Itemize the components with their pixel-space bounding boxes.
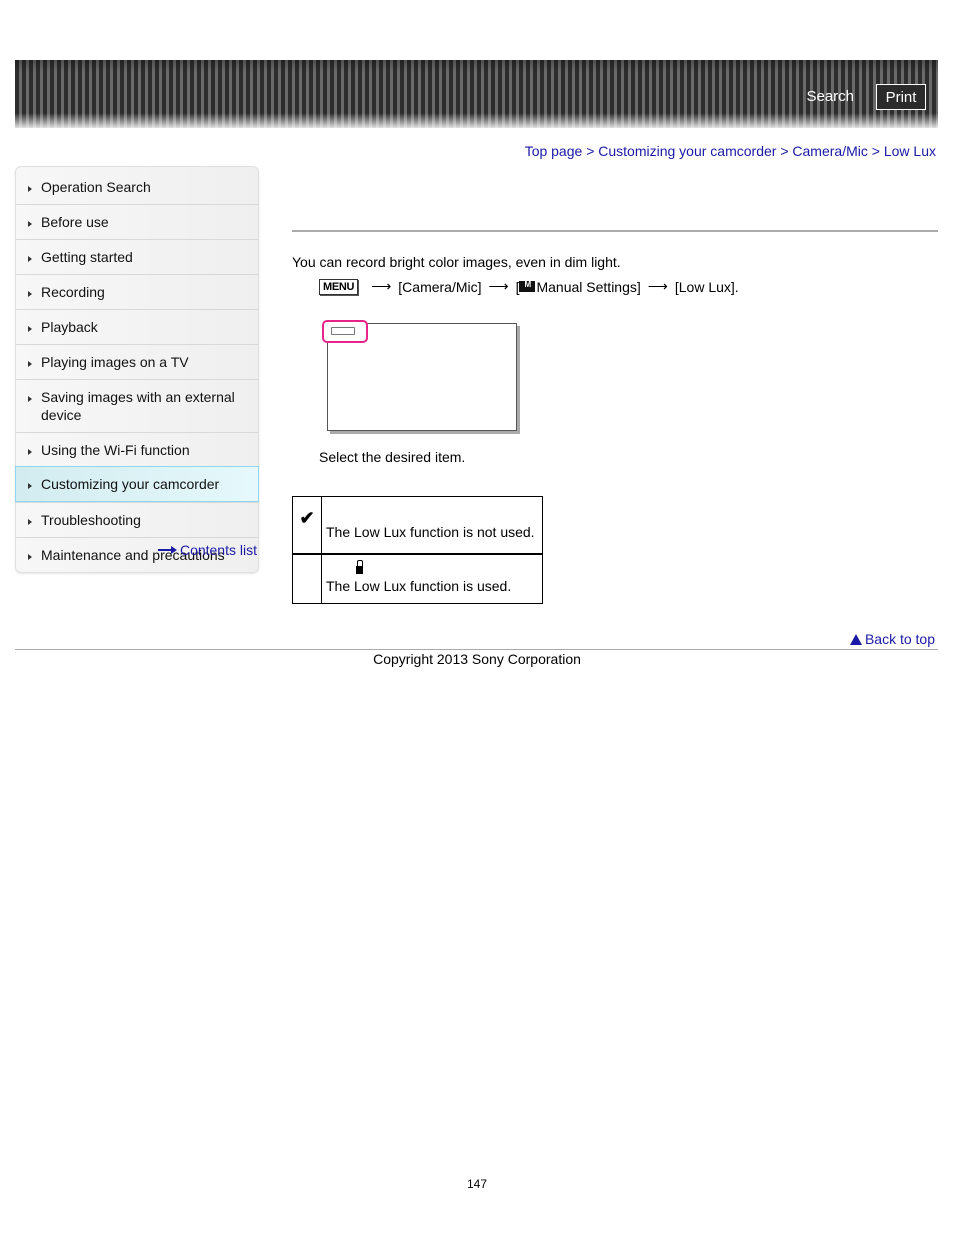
breadcrumb-separator: > <box>780 143 793 159</box>
sidebar-nav: Operation Search Before use Getting star… <box>15 166 259 573</box>
caret-right-icon <box>28 361 32 367</box>
breadcrumb-customizing[interactable]: Customizing your camcorder <box>598 143 776 159</box>
sidebar-item-wifi[interactable]: Using the Wi-Fi function <box>16 432 258 467</box>
option-description: The Low Lux function is not used. <box>326 524 535 540</box>
sidebar-item-label: Customizing your camcorder <box>41 476 220 492</box>
header-bar: Search Print <box>15 60 938 128</box>
sidebar-item-recording[interactable]: Recording <box>16 274 258 309</box>
search-link[interactable]: Search <box>806 88 854 105</box>
caret-right-icon <box>28 554 32 560</box>
sidebar-item-label: Recording <box>41 284 105 300</box>
breadcrumb: Top page > Customizing your camcorder > … <box>525 143 936 159</box>
sidebar-item-before-use[interactable]: Before use <box>16 204 258 239</box>
caret-right-icon <box>28 221 32 227</box>
low-lux-icon <box>356 560 363 574</box>
caret-right-icon <box>28 483 32 489</box>
options-table: ✔ The Low Lux function is not used. The … <box>292 496 543 604</box>
sidebar-item-playing-on-tv[interactable]: Playing images on a TV <box>16 344 258 379</box>
manual-settings-icon <box>519 280 536 292</box>
contents-list-label: Contents list <box>179 542 257 558</box>
arrow-right-icon: ⟶ <box>488 278 509 294</box>
print-button[interactable]: Print <box>876 84 926 110</box>
caret-right-icon <box>28 326 32 332</box>
step-manual-settings: Manual Settings] <box>536 278 641 295</box>
sidebar-item-getting-started[interactable]: Getting started <box>16 239 258 274</box>
sidebar-item-playback[interactable]: Playback <box>16 309 258 344</box>
breadcrumb-top-page[interactable]: Top page <box>525 143 583 159</box>
triangle-up-icon <box>849 633 862 645</box>
sidebar-item-label: Saving images with an external device <box>41 389 235 423</box>
sidebar-item-saving-images[interactable]: Saving images with an external device <box>16 379 258 432</box>
sidebar-item-label: Using the Wi-Fi function <box>41 442 190 458</box>
step-camera-mic: [Camera/Mic] <box>398 278 482 295</box>
footer-divider <box>15 649 938 650</box>
caret-right-icon <box>28 519 32 525</box>
sidebar-item-label: Playing images on a TV <box>41 354 189 370</box>
breadcrumb-camera-mic[interactable]: Camera/Mic <box>792 143 867 159</box>
menu-button-icon: MENU <box>319 278 359 295</box>
sidebar-item-troubleshooting[interactable]: Troubleshooting <box>16 502 258 537</box>
sidebar-item-label: Before use <box>41 214 109 230</box>
breadcrumb-low-lux[interactable]: Low Lux <box>884 143 936 159</box>
step-low-lux: [Low Lux]. <box>674 278 739 295</box>
arrow-right-icon: ⟶ <box>647 278 668 294</box>
sidebar-item-label: Troubleshooting <box>41 512 141 528</box>
copyright: Copyright 2013 Sony Corporation <box>373 651 581 667</box>
lcd-screen-illustration <box>322 320 517 431</box>
caret-right-icon <box>28 291 32 297</box>
sidebar-item-operation-search[interactable]: Operation Search <box>16 167 258 204</box>
sidebar-item-label: Playback <box>41 319 98 335</box>
caret-right-icon <box>28 396 32 402</box>
table-row: ✔ The Low Lux function is not used. <box>292 496 543 555</box>
select-instruction: Select the desired item. <box>319 449 466 465</box>
intro-text: You can record bright color images, even… <box>292 254 621 270</box>
caret-right-icon <box>28 186 32 192</box>
arrow-right-icon: ⟶ <box>371 278 392 294</box>
menu-steps: MENU ⟶ [Camera/Mic] ⟶ [ Manual Settings]… <box>319 278 739 295</box>
menu-highlight-icon <box>322 320 368 343</box>
sidebar-item-label: Operation Search <box>41 179 151 195</box>
sidebar-item-label: Getting started <box>41 249 133 265</box>
back-to-top-label: Back to top <box>864 631 935 647</box>
page-number: 147 <box>466 1177 488 1191</box>
caret-right-icon <box>28 449 32 455</box>
arrow-right-icon <box>157 546 178 554</box>
contents-list-link[interactable]: Contents list <box>157 542 257 558</box>
check-icon: ✔ <box>299 508 315 528</box>
table-row: The Low Lux function is used. <box>292 553 543 604</box>
back-to-top-link[interactable]: Back to top <box>849 631 935 647</box>
title-divider <box>292 230 938 232</box>
option-description: The Low Lux function is used. <box>326 578 512 594</box>
sidebar-item-customizing[interactable]: Customizing your camcorder <box>15 466 259 502</box>
breadcrumb-separator: > <box>871 143 884 159</box>
caret-right-icon <box>28 256 32 262</box>
breadcrumb-separator: > <box>586 143 599 159</box>
